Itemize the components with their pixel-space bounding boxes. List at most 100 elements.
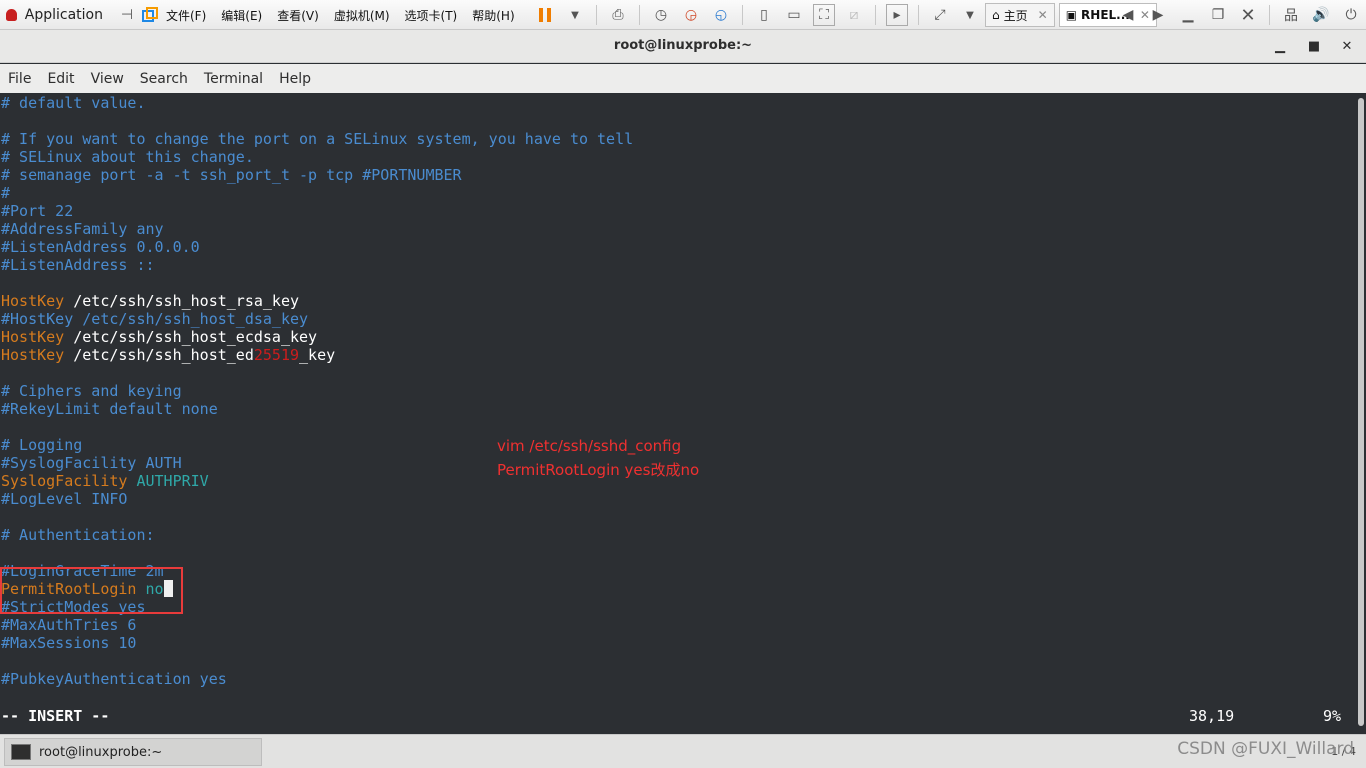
divider [1269, 5, 1270, 25]
redhat-logo-icon [6, 9, 17, 21]
revert-snapshot-icon[interactable]: ◶ [680, 4, 702, 26]
close-icon[interactable]: ✕ [1338, 37, 1356, 55]
kw-hostkey: HostKey [1, 292, 65, 310]
chevron-left-icon[interactable]: ◀ [1117, 4, 1139, 26]
kw-hostkey: HostKey [1, 328, 65, 346]
watermark: CSDN @FUXI_Willard [1177, 739, 1354, 759]
menu-view[interactable]: View [91, 71, 124, 87]
menu-vm[interactable]: 虚拟机(M) [334, 7, 390, 24]
minimize-icon[interactable]: ▁ [1271, 37, 1289, 55]
taskbar: root@linuxprobe:~ 1 / 4 CSDN @FUXI_Willa… [0, 734, 1366, 768]
terminal-line: # Authentication: [1, 526, 155, 544]
sidebar-icon[interactable]: ▯ [753, 4, 775, 26]
taskbar-item-label: root@linuxprobe:~ [39, 744, 163, 760]
number-highlight: 25519 [253, 346, 300, 364]
menu-edit[interactable]: 编辑(E) [221, 7, 262, 24]
menu-view[interactable]: 查看(V) [277, 7, 319, 24]
terminal-menubar: File Edit View Search Terminal Help [0, 64, 1366, 93]
terminal-line: #PubkeyAuthentication yes [1, 670, 227, 688]
terminal-line: HostKey /etc/ssh/ssh_host_ed25519_key [1, 346, 335, 364]
divider [639, 5, 640, 25]
tab-home[interactable]: ⌂ 主页 ✕ [985, 3, 1055, 27]
terminal-line: #SyslogFacility AUTH [1, 454, 182, 472]
unity-icon[interactable]: ⧄ [843, 4, 865, 26]
pin-icon[interactable]: ⊣ [116, 4, 138, 26]
menu-file[interactable]: 文件(F) [166, 7, 206, 24]
terminal-line: HostKey /etc/ssh/ssh_host_ecdsa_key [1, 328, 317, 346]
applications-label: Application [24, 7, 103, 23]
terminal-line: # If you want to change the port on a SE… [1, 130, 634, 148]
terminal-line: HostKey /etc/ssh/ssh_host_rsa_key [1, 292, 299, 310]
terminal-line: # default value. [1, 94, 146, 112]
chevron-right-icon[interactable]: ▶ [1147, 4, 1169, 26]
network-icon[interactable]: 品 [1280, 4, 1302, 26]
vim-mode: -- INSERT -- [1, 707, 110, 725]
terminal-line: #AddressFamily any [1, 220, 164, 238]
volume-icon[interactable]: 🔊 [1310, 4, 1332, 26]
minimize-icon[interactable]: ▁ [1177, 4, 1199, 26]
stretch-icon[interactable]: ⤢ [929, 4, 951, 26]
vm-icon: ▣ [1065, 8, 1078, 22]
terminal-line: #RekeyLimit default none [1, 400, 218, 418]
scrollbar-thumb[interactable] [1358, 98, 1364, 726]
terminal-line: #MaxAuthTries 6 [1, 616, 137, 634]
divider [875, 5, 876, 25]
terminal-line: #ListenAddress 0.0.0.0 [1, 238, 200, 256]
window-titlebar: root@linuxprobe:~ ▁ ■ ✕ [0, 30, 1366, 63]
maximize-icon[interactable]: ■ [1305, 37, 1323, 55]
menu-file[interactable]: File [8, 71, 31, 87]
scroll-percent: 9% [1323, 707, 1342, 725]
close-icon[interactable]: ✕ [1237, 4, 1259, 26]
terminal-line: # [1, 184, 11, 202]
annotation-line-2: PermitRootLogin yes改成no [497, 461, 700, 479]
power-icon[interactable]: ⏻ [1340, 4, 1362, 26]
chevron-down-icon[interactable]: ▼ [564, 4, 586, 26]
cursor-position: 38,19 [1189, 707, 1235, 725]
terminal-icon [11, 744, 31, 760]
console-icon[interactable]: ▸ [886, 4, 908, 26]
snapshot-manager-icon[interactable]: ◵ [710, 4, 732, 26]
menu-help[interactable]: Help [279, 71, 311, 87]
applications-menu[interactable]: Application [0, 0, 103, 30]
taskbar-item-terminal[interactable]: root@linuxprobe:~ [4, 738, 262, 766]
divider [742, 5, 743, 25]
restore-icon[interactable]: ❐ [1207, 4, 1229, 26]
terminal-line: #LogLevel INFO [1, 490, 128, 508]
fullscreen-icon[interactable]: ⛶ [813, 4, 835, 26]
snapshot-icon[interactable]: ◷ [650, 4, 672, 26]
vmware-toolbar: Application ⊣ 文件(F) 编辑(E) 查看(V) 虚拟机(M) 选… [0, 0, 1366, 30]
terminal-line: #Port 22 [1, 202, 74, 220]
terminal-line: # Ciphers and keying [1, 382, 182, 400]
send-keys-icon[interactable]: ⎙ [607, 4, 629, 26]
chevron-down-icon[interactable]: ▼ [959, 4, 981, 26]
terminal-line: # semanage port -a -t ssh_port_t -p tcp … [1, 166, 462, 184]
annotation-line-1: vim /etc/ssh/sshd_config [497, 437, 682, 455]
vmware-tools: ▼ ⎙ ◷ ◶ ◵ ▯ ▭ ⛶ ⧄ ▸ ⤢ ▼ ⌂ 主页 ✕ ▣ RHEL...… [530, 0, 1161, 30]
menu-help[interactable]: 帮助(H) [472, 7, 514, 24]
terminal-line: # Logging [1, 436, 83, 454]
vmware-menu: ⊣ 文件(F) 编辑(E) 查看(V) 虚拟机(M) 选项卡(T) 帮助(H) [112, 0, 530, 30]
kw-hostkey: HostKey [1, 346, 65, 364]
path-ed: /etc/ssh/ssh_host_ed [64, 346, 254, 364]
vmware-logo-icon [142, 7, 158, 22]
thumbnail-icon[interactable]: ▭ [783, 4, 805, 26]
value-authpriv: AUTHPRIV [127, 472, 209, 490]
terminal-line: SyslogFacility AUTHPRIV [1, 472, 209, 490]
terminal-line: #HostKey /etc/ssh/ssh_host_dsa_key [1, 310, 309, 328]
terminal-area[interactable]: # default value. # If you want to change… [0, 94, 1356, 734]
terminal-line: #MaxSessions 10 [1, 634, 137, 652]
path-rsa: /etc/ssh/ssh_host_rsa_key [64, 292, 300, 310]
divider [596, 5, 597, 25]
divider [918, 5, 919, 25]
terminal-scrollbar[interactable] [1356, 94, 1366, 734]
menu-edit[interactable]: Edit [47, 71, 74, 87]
menu-search[interactable]: Search [140, 71, 188, 87]
highlight-box [0, 567, 183, 614]
home-icon: ⌂ [992, 8, 1000, 22]
kw-syslogfacility: SyslogFacility [1, 472, 128, 490]
terminal-line: #ListenAddress :: [1, 256, 155, 274]
menu-terminal[interactable]: Terminal [204, 71, 263, 87]
menu-tabs[interactable]: 选项卡(T) [405, 7, 458, 24]
close-icon[interactable]: ✕ [1038, 8, 1048, 22]
pause-icon[interactable] [534, 4, 556, 26]
